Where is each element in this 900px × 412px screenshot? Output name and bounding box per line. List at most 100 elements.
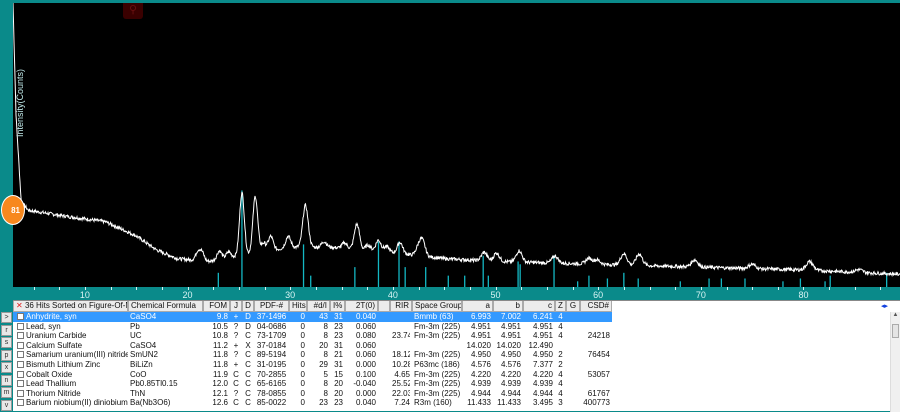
column-header[interactable]: c (523, 301, 555, 312)
table-cell: Barium niobium(II) diniobium(I... (26, 398, 128, 408)
column-header[interactable]: a (462, 301, 493, 312)
vertical-scrollbar[interactable]: ▲ (890, 312, 900, 412)
table-cell: 3 (558, 398, 563, 408)
table-cell: CoO (130, 369, 147, 379)
x-minor-tick (315, 287, 317, 290)
table-cell: 9.8 (216, 312, 228, 321)
side-button-7[interactable]: v (1, 399, 12, 411)
table-row[interactable]: Thorium Nitride ThN 12.1? C 78-0855 0 8 20 0.000… (13, 389, 900, 399)
table-cell: 20 (334, 388, 343, 398)
side-button-2[interactable]: s (1, 337, 12, 348)
table-cell: 7.24 (394, 398, 410, 408)
row-checkbox[interactable] (17, 351, 24, 359)
table-cell: ? (233, 321, 239, 331)
column-header[interactable]: b (493, 301, 523, 312)
table-row[interactable]: Calcium Sulfate CaSO4 11.2 + X 37-0184 0 20 31 0.… (13, 341, 900, 351)
table-cell: 4.951 (470, 321, 491, 331)
table-cell: 14.020 (496, 340, 521, 350)
row-checkbox[interactable] (17, 341, 24, 349)
xrd-pattern-plot[interactable]: Intensity(Counts) ⚲ 81 (1, 3, 900, 287)
table-cell: 4.951 (500, 321, 521, 331)
table-row[interactable]: Samarium uranium(III) nitride SmUN2 11.8? C… (13, 350, 900, 360)
column-header[interactable]: 2T(0) (345, 301, 378, 312)
table-cell: 0 (300, 398, 305, 408)
x-minor-tick (110, 287, 112, 290)
column-header[interactable]: FOM (203, 301, 230, 312)
table-cell: 8 (323, 379, 328, 389)
x-minor-tick (264, 287, 266, 290)
table-cell: 4.951 (532, 331, 553, 341)
x-minor-tick (341, 287, 343, 290)
row-checkbox[interactable] (17, 313, 24, 320)
table-cell: 21 (334, 350, 343, 360)
magnifier-icon[interactable]: ⚲ (123, 3, 143, 19)
column-header[interactable] (378, 301, 390, 312)
table-cell: 31 (334, 360, 343, 369)
row-checkbox[interactable] (17, 399, 24, 407)
column-header[interactable]: CSD# (580, 301, 612, 312)
column-header[interactable]: PDF-# (254, 301, 289, 312)
table-cell: 04-0686 (256, 321, 287, 331)
side-button-1[interactable]: r (1, 324, 12, 336)
row-checkbox[interactable] (17, 380, 24, 388)
table-cell: 70-2855 (256, 369, 287, 379)
table-row[interactable]: Lead, syn Pb 10.5? D 04-0686 0 8 23 0.060 Fm-3m (… (13, 322, 900, 332)
row-checkbox[interactable] (17, 370, 24, 378)
column-header[interactable]: RIR (390, 301, 412, 312)
table-cell: C (245, 379, 251, 389)
table-cell: 4.939 (500, 379, 521, 389)
table-cell: ? (233, 350, 239, 360)
table-cell: 53057 (587, 369, 610, 379)
table-cell: UC (130, 331, 142, 341)
table-row[interactable]: Anhydrite, syn CaSO4 9.8 + D 37-1496 0 43 31 0.04… (13, 312, 612, 322)
table-cell: Anhydrite, syn (26, 312, 77, 321)
column-header[interactable]: #d/I (307, 301, 330, 312)
table-cell: 0 (300, 350, 305, 360)
table-cell: 4 (558, 331, 563, 341)
x-tick-label: 40 (387, 290, 398, 300)
column-header[interactable]: J (230, 301, 242, 312)
column-header[interactable]: Hits (289, 301, 307, 312)
x-minor-tick (136, 287, 138, 290)
table-cell: Calcium Sulfate (26, 340, 83, 350)
table-cell: 4.939 (470, 379, 491, 389)
column-header-hits[interactable]: ✕ 36 Hits Sorted on Figure-Of-M... (13, 301, 128, 312)
column-header[interactable]: Space Group (412, 301, 462, 312)
table-row[interactable]: Lead Thallium Pb0.85Tl0.15 12.0 C C 65-6165 0 8… (13, 379, 900, 389)
table-cell: 11.2 (213, 340, 228, 350)
column-header[interactable]: D (242, 301, 254, 312)
table-row[interactable]: Bismuth Lithium Zinc BiLiZn 11.8 + C 31-0195 0… (13, 360, 900, 370)
side-button-0[interactable]: > (1, 312, 12, 323)
row-checkbox[interactable] (17, 322, 24, 330)
resize-arrows-icon[interactable]: ◂▸ (881, 302, 888, 310)
column-header[interactable]: Z (555, 301, 566, 312)
side-button-4[interactable]: x (1, 362, 12, 373)
search-match-hits-table: ✕ 36 Hits Sorted on Figure-Of-M... Chemic… (13, 300, 900, 412)
x-minor-tick (623, 287, 625, 290)
column-header[interactable]: G (566, 301, 580, 312)
table-cell: 4.944 (470, 388, 491, 398)
column-header[interactable]: I% (330, 301, 345, 312)
side-button-3[interactable]: p (1, 349, 12, 361)
table-cell: 3.495 (532, 398, 553, 408)
row-checkbox[interactable] (17, 389, 24, 397)
table-cell: 4.576 (470, 360, 491, 369)
side-button-5[interactable]: n (1, 374, 12, 386)
table-row[interactable]: Barium niobium(II) diniobium(I...Ba(Nb3O… (13, 398, 900, 408)
close-icon[interactable]: ✕ (16, 301, 23, 310)
table-cell: 23 (334, 331, 343, 341)
table-cell: 4.951 (470, 331, 491, 341)
column-header[interactable]: Chemical Formula (128, 301, 203, 312)
table-cell: C (245, 398, 251, 408)
table-cell: 11.433 (497, 398, 521, 408)
table-cell: 4 (558, 369, 563, 379)
table-cell: 4.220 (470, 369, 491, 379)
row-checkbox[interactable] (17, 361, 24, 368)
peak-count-badge[interactable]: 81 (1, 195, 25, 225)
side-button-6[interactable]: m (1, 387, 12, 398)
table-cell: C (245, 331, 251, 341)
row-checkbox[interactable] (17, 332, 24, 340)
table-row[interactable]: Cobalt Oxide CoO 11.9 C C 70-2855 0 5 15 0.100 4.6… (13, 370, 900, 380)
table-cell: 7.002 (500, 312, 521, 321)
table-row[interactable]: Uranium Carbide UC 10.8? C 73-1709 0 8 23 0.080 2… (13, 331, 900, 341)
